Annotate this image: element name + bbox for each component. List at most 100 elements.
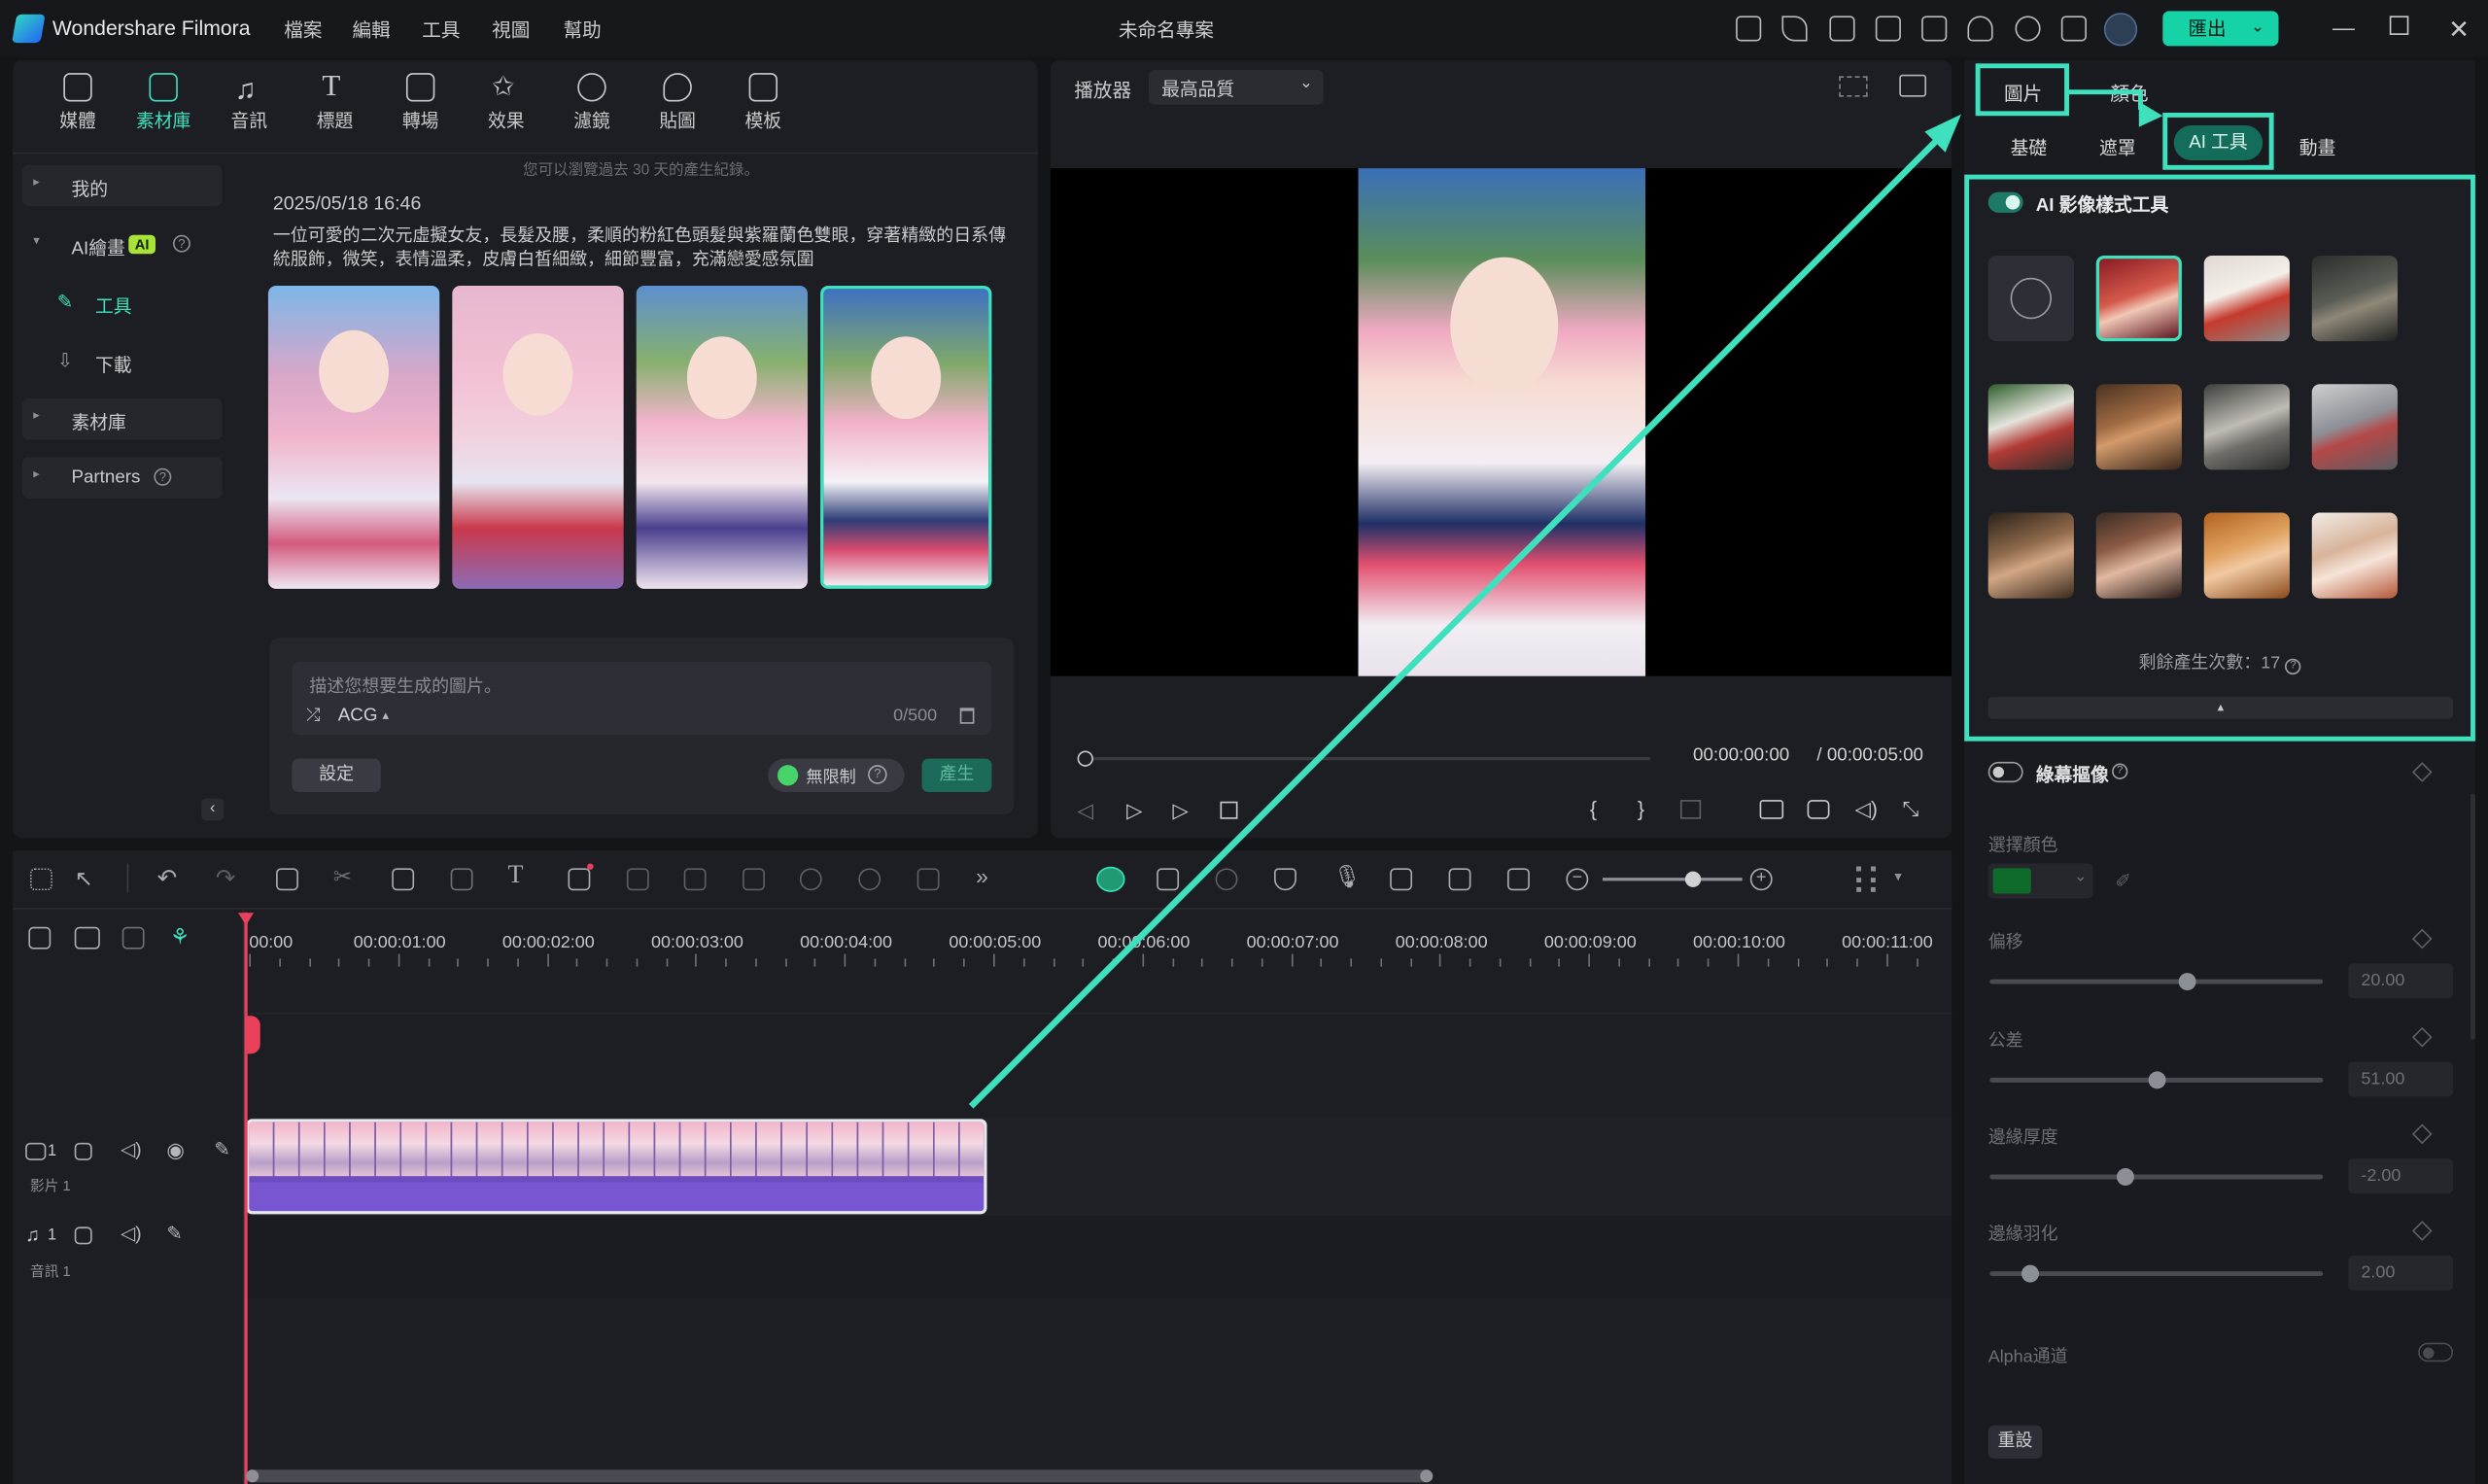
- clip-frame: [578, 1122, 605, 1177]
- speaker-icon[interactable]: ◁): [121, 1223, 142, 1245]
- ruler-tick: [963, 958, 966, 967]
- ai-edit-icon[interactable]: ✎: [214, 1138, 229, 1160]
- toggle-knob: [1992, 765, 2005, 777]
- slider-knob[interactable]: [2021, 1264, 2039, 1283]
- ruler-tick: [308, 958, 311, 967]
- clip-frame: [605, 1122, 631, 1177]
- ai-style-title: AI 影像樣式工具: [2035, 196, 2169, 217]
- style-zombie[interactable]: [2311, 255, 2398, 342]
- style-joker[interactable]: [1987, 384, 2074, 470]
- tab-picture[interactable]: 圖片: [2004, 80, 2042, 107]
- color-picker[interactable]: ⌄: [1987, 863, 2093, 899]
- edge-thickness-slider[interactable]: [1989, 1168, 2324, 1186]
- subtab-animation[interactable]: 動畫: [2299, 135, 2336, 160]
- help-icon[interactable]: ?: [2112, 763, 2128, 779]
- subtab-basic[interactable]: 基礎: [2011, 135, 2048, 160]
- edge-feather-slider[interactable]: [1989, 1264, 2324, 1283]
- ruler-tick: [338, 958, 340, 967]
- ruler-tick: [1350, 958, 1353, 967]
- slider-knob[interactable]: [2178, 973, 2196, 991]
- clip-frame: [756, 1122, 782, 1177]
- clip-frame: [477, 1122, 503, 1177]
- slider-knob[interactable]: [2116, 1168, 2134, 1186]
- ruler-tick: [1142, 953, 1144, 967]
- ruler-tick: [1380, 958, 1382, 967]
- subtab-ai-tools[interactable]: AI 工具: [2173, 125, 2263, 160]
- ruler-tick: [1558, 958, 1561, 967]
- clip-filmstrip: [249, 1122, 985, 1183]
- toggle-knob: [2005, 194, 2021, 210]
- slider-knob[interactable]: [2148, 1071, 2166, 1089]
- style-vampire[interactable]: [2311, 384, 2398, 470]
- style-witch[interactable]: [2203, 384, 2290, 470]
- style-woman-portrait[interactable]: [2095, 512, 2182, 599]
- ai-edit-icon[interactable]: ✎: [166, 1223, 182, 1245]
- video-track-icon: [25, 1142, 47, 1160]
- avatar[interactable]: [2103, 13, 2138, 47]
- collapse-styles-button[interactable]: ▴: [1987, 696, 2454, 719]
- ruler-tick: [1291, 953, 1293, 967]
- playhead[interactable]: [244, 913, 248, 1484]
- ruler-label: 00:00:05:00: [949, 933, 1042, 952]
- alpha-channel-label: Alpha通道: [1987, 1347, 2068, 1367]
- ruler-tick: [1856, 958, 1858, 967]
- ruler-label: 00:00:04:00: [800, 933, 893, 952]
- edge-thickness-label: 邊緣厚度: [1987, 1128, 2058, 1148]
- export-button[interactable]: 匯出 ⌄: [2162, 11, 2279, 47]
- offset-value[interactable]: 20.00: [2348, 963, 2454, 999]
- scroll-handle-right[interactable]: [1420, 1469, 1434, 1483]
- edge-thickness-value[interactable]: -2.00: [2348, 1158, 2454, 1194]
- speaker-icon[interactable]: ◁): [121, 1138, 142, 1160]
- chevron-down-icon: ⌄: [2251, 18, 2264, 37]
- clip-frame: [680, 1122, 707, 1177]
- edge-feather-value[interactable]: 2.00: [2348, 1255, 2454, 1291]
- headset-icon[interactable]: [2015, 16, 2041, 42]
- remaining-label: 剩餘產生次數：17: [2138, 653, 2281, 673]
- ruler-tick: [487, 958, 489, 967]
- export-label: 匯出: [2188, 17, 2227, 40]
- minimize-icon[interactable]: —: [2332, 15, 2355, 40]
- offset-slider[interactable]: [1989, 973, 2324, 991]
- maximize-icon[interactable]: [2389, 16, 2409, 35]
- playhead-marker[interactable]: [246, 1016, 260, 1054]
- style-red-hair[interactable]: [2095, 255, 2182, 342]
- ruler-tick: [1885, 953, 1888, 967]
- reset-button[interactable]: 重設: [1987, 1425, 2043, 1459]
- style-man-portrait[interactable]: [1987, 512, 2074, 599]
- lock-icon[interactable]: [74, 1226, 92, 1245]
- subtab-mask[interactable]: 遮罩: [2099, 135, 2136, 160]
- apps-grid-icon[interactable]: [2060, 16, 2087, 42]
- ruler-tick: [904, 958, 906, 967]
- panel-scrollbar[interactable]: [2471, 793, 2475, 1040]
- close-icon[interactable]: ✕: [2448, 15, 2470, 47]
- timeline-ruler[interactable]: 00:00 00:00:01:00 00:00:02:00 00:00:03:00 00…: [0, 0, 1952, 984]
- ruler-tick: [814, 958, 816, 967]
- tolerance-value[interactable]: 51.00: [2348, 1061, 2454, 1097]
- cloud-icon[interactable]: [1967, 16, 1993, 42]
- tab-color[interactable]: 顏色: [2110, 80, 2148, 107]
- clip-frame: [375, 1122, 402, 1177]
- ruler-label: 00:00:07:00: [1246, 933, 1339, 952]
- style-clown[interactable]: [2203, 255, 2290, 342]
- video-clip[interactable]: [246, 1119, 987, 1215]
- ruler-tick: [993, 953, 995, 967]
- chroma-toggle[interactable]: [1987, 761, 2023, 783]
- tolerance-slider[interactable]: [1989, 1071, 2324, 1089]
- style-none[interactable]: [1987, 255, 2074, 342]
- alpha-toggle[interactable]: [2418, 1342, 2454, 1363]
- scroll-handle-left[interactable]: [246, 1469, 259, 1483]
- ai-style-toggle[interactable]: [1987, 191, 2023, 213]
- video-track-label: 影片 1: [30, 1177, 71, 1194]
- style-doll[interactable]: [2095, 384, 2182, 470]
- audio-track-icon: ♫: [25, 1224, 40, 1247]
- eyedropper-icon[interactable]: ✐: [2115, 870, 2130, 892]
- style-redhead-portrait[interactable]: [2311, 512, 2398, 599]
- help-icon[interactable]: ?: [2285, 658, 2301, 675]
- lock-icon[interactable]: [74, 1142, 92, 1160]
- audio-track-lane[interactable]: [246, 1216, 1952, 1298]
- ruler-tick: [1916, 958, 1918, 967]
- clip-frame: [731, 1122, 757, 1177]
- eye-icon[interactable]: ◉: [166, 1138, 185, 1163]
- style-ginger-portrait[interactable]: [2203, 512, 2290, 599]
- timeline-scrollbar[interactable]: [246, 1469, 1434, 1483]
